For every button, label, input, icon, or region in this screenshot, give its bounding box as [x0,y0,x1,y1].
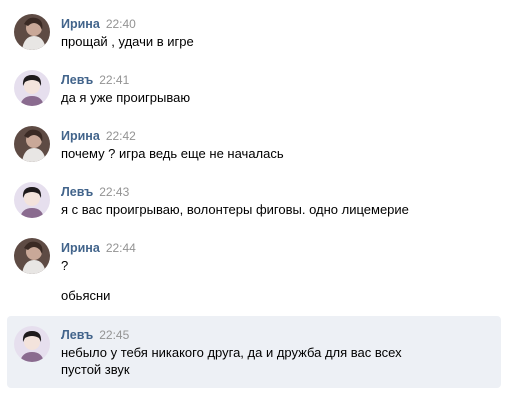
message: Ирина 22:40 прощай , удачи в игре [7,14,501,54]
message-time[interactable]: 22:44 [106,241,136,255]
message: Левъ 22:43 я с вас проигрываю, волонтеры … [7,182,501,222]
message-text: обьясни [61,288,111,303]
message-text: я с вас проигрываю, волонтеры фиговы. од… [61,202,409,217]
message-text: ? [61,258,69,273]
message-highlighted[interactable]: Левъ 22:45 небыло у тебя никакого друга, … [7,316,501,388]
message: Ирина 22:44 ? обьясни [7,238,501,308]
message: Ирина 22:42 почему ? игра ведь еще не нач… [7,126,501,166]
author-name[interactable]: Левъ [61,73,93,87]
message-text: прощай , удачи в игре [61,34,194,49]
author-name[interactable]: Левъ [61,185,93,199]
author-name[interactable]: Ирина [61,17,100,31]
avatar-irina[interactable] [14,126,50,162]
message-time[interactable]: 22:43 [99,185,129,199]
avatar-lev[interactable] [14,326,50,362]
message-text: пустой звук [61,362,130,377]
message-time[interactable]: 22:45 [99,328,129,342]
message-text: почему ? игра ведь еще не началась [61,146,284,161]
avatar-irina[interactable] [14,238,50,274]
author-name[interactable]: Левъ [61,328,93,342]
author-name[interactable]: Ирина [61,129,100,143]
message-text: да я уже проигрываю [61,90,191,105]
message-time[interactable]: 22:41 [99,73,129,87]
avatar-lev[interactable] [14,182,50,218]
message-time[interactable]: 22:42 [106,129,136,143]
avatar-lev[interactable] [14,70,50,106]
message-text: небыло у тебя никакого друга, да и дружб… [61,345,402,360]
avatar-irina[interactable] [14,14,50,50]
message-time[interactable]: 22:40 [106,17,136,31]
message: Левъ 22:41 да я уже проигрываю [7,70,501,110]
author-name[interactable]: Ирина [61,241,100,255]
